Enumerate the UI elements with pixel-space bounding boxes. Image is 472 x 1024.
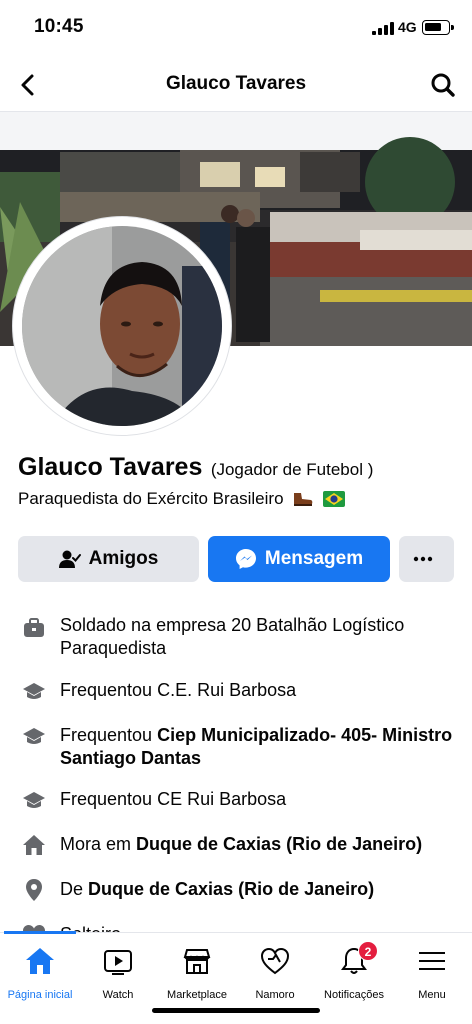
status-bar: 10:45 4G (0, 0, 472, 56)
active-tab-indicator (4, 931, 76, 934)
message-button[interactable]: Mensagem (208, 536, 390, 582)
graduation-cap-icon (22, 680, 46, 704)
notifications-badge: 2 (358, 941, 378, 961)
network-type: 4G (398, 19, 417, 35)
profile-subtitle: (Jogador de Futebol ) (210, 460, 374, 479)
messenger-icon (235, 549, 256, 569)
location-pin-icon (22, 878, 46, 902)
info-work-text: Soldado na empresa 20 Batalhão Logístico… (60, 615, 405, 658)
friends-icon (58, 550, 81, 568)
from-prefix: De (60, 879, 84, 899)
info-from-text: De Duque de Caxias (Rio de Janeiro) (60, 878, 460, 901)
graduation-cap-icon (22, 725, 46, 749)
info-education-3-text: Frequentou CE Rui Barbosa (60, 789, 287, 809)
search-icon[interactable] (428, 70, 458, 100)
brazil-flag-emoji (323, 491, 345, 512)
dating-heart-icon (259, 945, 291, 977)
bio-text: Paraquedista do Exército Brasileiro (18, 489, 284, 508)
menu-icon (416, 945, 448, 977)
tab-watch[interactable]: Watch (78, 941, 158, 1003)
tab-menu-label: Menu (418, 989, 446, 1001)
friends-button[interactable]: Amigos (18, 536, 199, 582)
profile-header: Glauco Tavares (0, 58, 472, 112)
info-education-1-text: Frequentou C.E. Rui Barbosa (60, 680, 297, 700)
briefcase-icon (22, 616, 46, 640)
message-button-label: Mensagem (264, 548, 364, 569)
profile-name-line: Glauco Tavares (Jogador de Futebol ) (18, 453, 373, 482)
tab-marketplace[interactable]: Marketplace (157, 941, 237, 1003)
marketplace-icon (181, 945, 213, 977)
tab-dating[interactable]: Namoro (235, 941, 315, 1003)
boot-emoji (292, 489, 314, 512)
status-time: 10:45 (34, 16, 84, 37)
more-options-button[interactable] (399, 536, 454, 582)
info-education-2-text: Frequentou Ciep Municipalizado- 405- Min… (60, 724, 460, 770)
current-city-link[interactable]: Duque de Caxias (Rio de Janeiro) (136, 834, 422, 854)
profile-picture[interactable] (22, 226, 222, 426)
lives-in-prefix: Mora em (60, 834, 132, 854)
friends-button-label: Amigos (88, 548, 159, 569)
page-title: Glauco Tavares (165, 73, 307, 94)
tab-menu[interactable]: Menu (392, 941, 472, 1003)
info-education-2-prefix: Frequentou (60, 725, 153, 745)
home-icon (24, 945, 56, 977)
home-indicator (152, 1008, 320, 1013)
profile-name: Glauco Tavares (18, 453, 203, 481)
tab-notifications[interactable]: 2 Notificações (314, 941, 394, 1003)
graduation-cap-icon (22, 789, 46, 813)
battery-icon (422, 20, 454, 35)
info-lives-in-text: Mora em Duque de Caxias (Rio de Janeiro) (60, 833, 460, 856)
signal-icon (372, 22, 394, 35)
hometown-link[interactable]: Duque de Caxias (Rio de Janeiro) (88, 879, 374, 899)
more-dots-icon (413, 556, 432, 562)
watch-icon (102, 945, 134, 977)
tab-home[interactable]: Página inicial (0, 941, 80, 1003)
home-icon (22, 833, 46, 857)
profile-bio: Paraquedista do Exército Brasileiro (18, 489, 345, 512)
